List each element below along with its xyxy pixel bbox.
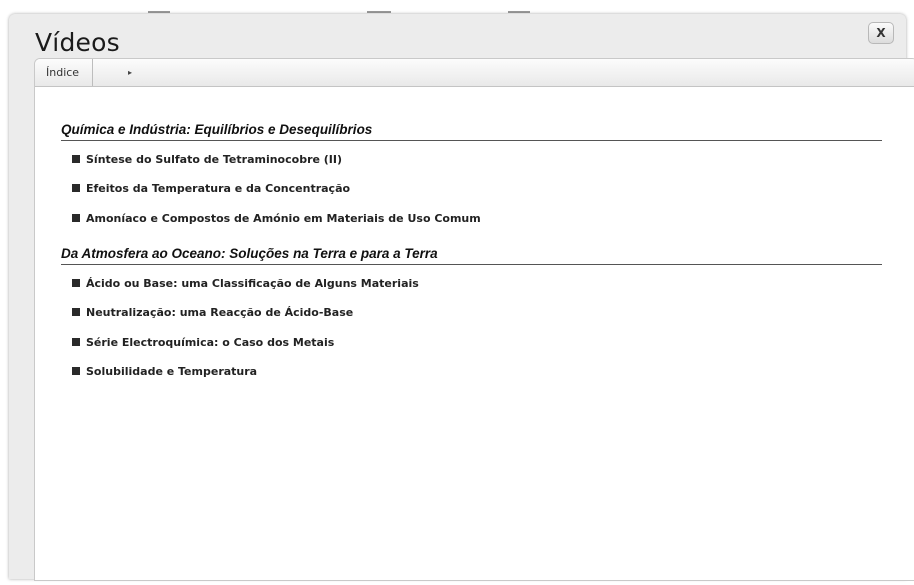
top-strip xyxy=(0,0,914,14)
video-link-sintese-sulfato[interactable]: Síntese do Sulfato de Tetraminocobre (II… xyxy=(72,153,342,166)
top-strip-mark xyxy=(148,11,170,13)
bullet-icon xyxy=(72,184,80,192)
video-link-acido-base[interactable]: Ácido ou Base: uma Classificação de Algu… xyxy=(72,277,419,290)
video-link-label: Síntese do Sulfato de Tetraminocobre (II… xyxy=(86,153,343,166)
close-button[interactable]: X xyxy=(868,22,894,44)
content-panel: Índice ▸ Química e Indústria: Equilíbrio… xyxy=(34,58,914,581)
video-link-solubilidade[interactable]: Solubilidade e Temperatura xyxy=(72,365,257,378)
bullet-icon xyxy=(72,338,80,346)
video-link-efeitos-temperatura[interactable]: Efeitos da Temperatura e da Concentração xyxy=(72,182,350,195)
video-link-neutralizacao[interactable]: Neutralização: uma Reacção de Ácido-Base xyxy=(72,306,353,319)
videos-dialog: Vídeos X Índice ▸ Química e Indústria: E… xyxy=(9,14,914,581)
tab-next-arrow-icon[interactable]: ▸ xyxy=(122,59,138,86)
dialog-title: Vídeos xyxy=(35,28,120,57)
video-link-label: Série Electroquímica: o Caso dos Metais xyxy=(86,336,335,349)
tab-bar: Índice ▸ xyxy=(35,59,914,87)
top-strip-mark xyxy=(508,11,530,13)
video-link-label: Efeitos da Temperatura e da Concentração xyxy=(86,182,351,195)
video-link-amoniaco[interactable]: Amoníaco e Compostos de Amónio em Materi… xyxy=(72,212,481,225)
video-link-label: Ácido ou Base: uma Classificação de Algu… xyxy=(86,277,419,290)
section-title-quimica-industria: Química e Indústria: Equilíbrios e Deseq… xyxy=(61,122,882,141)
bullet-icon xyxy=(72,367,80,375)
video-link-label: Neutralização: uma Reacção de Ácido-Base xyxy=(86,306,354,319)
tab-index[interactable]: Índice xyxy=(35,59,94,86)
video-link-label: Solubilidade e Temperatura xyxy=(86,365,258,378)
top-strip-mark xyxy=(367,11,391,13)
bullet-icon xyxy=(72,155,80,163)
bullet-icon xyxy=(72,279,80,287)
section-title-atmosfera-oceano: Da Atmosfera ao Oceano: Soluções na Terr… xyxy=(61,246,882,265)
video-link-label: Amoníaco e Compostos de Amónio em Materi… xyxy=(86,212,481,225)
bullet-icon xyxy=(72,308,80,316)
video-link-serie-electroquimica[interactable]: Série Electroquímica: o Caso dos Metais xyxy=(72,336,334,349)
bullet-icon xyxy=(72,214,80,222)
